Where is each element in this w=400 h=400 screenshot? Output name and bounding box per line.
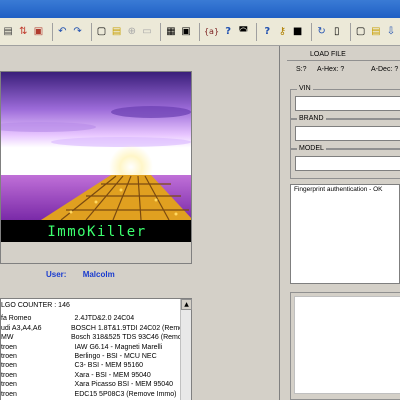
toolbar-separator bbox=[160, 22, 161, 41]
list-item-model: Bosch 318&525 TDS 93C46 (Remove bbox=[71, 334, 181, 342]
binoculars-icon[interactable]: ⊕ bbox=[126, 24, 138, 40]
right-panel: LOAD FILE S:? A-Hex: ? A-Dec: ? VIN BRAN… bbox=[281, 46, 400, 400]
model-label: MODEL bbox=[297, 145, 326, 152]
list-item-model: 2.4JTD&2.0 24C04 bbox=[74, 315, 135, 323]
banner-text: ImmoKiller bbox=[47, 224, 146, 240]
list-item[interactable]: troen C3- BSI - MEM 95160 bbox=[1, 361, 181, 370]
paste-icon[interactable]: ▤ bbox=[370, 24, 382, 40]
list-item-model: Xara Picasso BSI - MEM 95040 bbox=[74, 381, 173, 389]
open-icon[interactable]: ▢ bbox=[95, 24, 107, 40]
model-input[interactable] bbox=[295, 156, 400, 171]
folder-icon[interactable]: ▣ bbox=[32, 24, 44, 40]
brand-input[interactable] bbox=[295, 126, 400, 141]
list-item-make: troen bbox=[1, 343, 17, 351]
copy-icon[interactable]: ▢ bbox=[355, 24, 367, 40]
help2-icon[interactable]: ? bbox=[261, 24, 273, 40]
list-item-model: BOSCH 1.8T&1.9TDI 24C02 (Remov bbox=[71, 324, 181, 332]
list-item-make: fa Romeo bbox=[1, 315, 32, 323]
toolbar-separator bbox=[90, 22, 92, 41]
save-icon[interactable]: ▤ bbox=[111, 24, 123, 40]
vin-label: VIN bbox=[297, 85, 313, 92]
list-item[interactable]: troen Xara Picasso BSI - MEM 95040 bbox=[1, 380, 181, 389]
list-item-model: IAW G6.14 - Magneti Marelli bbox=[74, 343, 163, 351]
print-icon[interactable]: ▭ bbox=[141, 24, 153, 40]
toolbar-separator bbox=[199, 22, 200, 41]
list-item-model: C3- BSI - MEM 95160 bbox=[74, 362, 144, 370]
car-icon[interactable]: ◚ bbox=[237, 24, 249, 40]
reset-icon[interactable]: ▯ bbox=[331, 24, 343, 40]
s-label: S:? bbox=[296, 66, 307, 73]
banner-image: ImmoKiller bbox=[0, 71, 192, 264]
main-panel: ImmoKiller User: Malcolm LGO COUNTER : 1… bbox=[0, 46, 280, 400]
brand-label: BRAND bbox=[297, 115, 326, 122]
list-item[interactable]: MW Bosch 318&525 TDS 93C46 (Remove bbox=[1, 333, 181, 342]
list-item-make: troen bbox=[1, 353, 17, 361]
user-info: User: Malcolm bbox=[46, 270, 129, 279]
secondary-output-group bbox=[290, 292, 400, 400]
list-item[interactable]: troen Berlingo - BSI - MCU NEC bbox=[1, 352, 181, 361]
list-item-model: EDC15 5P08C3 (Remove Immo) bbox=[74, 390, 177, 398]
calculator-icon[interactable]: ▦ bbox=[165, 24, 177, 40]
algo-counter: LGO COUNTER : 146 bbox=[1, 302, 70, 309]
toolbar-separator bbox=[310, 22, 312, 41]
toolbar: ▤ ⇅ ▣ ↶ ↷ ▢ ▤ ⊕ ▭ ▦ ▣ {a} ? ◚ ? ⚷ ■ ↻ ▯ … bbox=[0, 18, 400, 46]
pages-icon[interactable]: ▤ bbox=[2, 24, 14, 40]
list-item[interactable]: fa Romeo 2.4JTD&2.0 24C04 bbox=[1, 314, 181, 323]
list-item-make: troen bbox=[1, 362, 17, 370]
list-item[interactable]: troen Xara - BSI - MEM 95040 bbox=[1, 371, 181, 380]
model-group: MODEL bbox=[290, 145, 400, 179]
secondary-output[interactable] bbox=[294, 296, 400, 394]
list-item-make: troen bbox=[1, 371, 17, 379]
braces-icon[interactable]: {a} bbox=[204, 24, 219, 40]
help-icon[interactable]: ? bbox=[222, 24, 234, 40]
list-item-make: MW bbox=[1, 334, 14, 342]
adec-label: A-Dec: ? bbox=[371, 66, 399, 73]
log-output[interactable]: Fingerprint authentication - OK bbox=[290, 184, 400, 284]
refresh-icon[interactable]: ↻ bbox=[315, 24, 327, 40]
download-icon[interactable]: ⇩ bbox=[385, 24, 397, 40]
toolbar-separator bbox=[256, 22, 258, 41]
list-item[interactable]: troen IAW G6.14 - Magneti Marelli bbox=[1, 343, 181, 352]
list-item[interactable]: troen EDC15 5P08C3 (Remove Immo) bbox=[1, 390, 181, 399]
list-header: LGO COUNTER : 146 bbox=[1, 301, 181, 310]
undo-icon[interactable]: ↶ bbox=[56, 24, 68, 40]
user-name: Malcolm bbox=[82, 270, 115, 279]
module-icon[interactable]: ■ bbox=[292, 24, 304, 40]
list-item-model: Berlingo - BSI - MCU NEC bbox=[74, 353, 157, 361]
toolbar-separator bbox=[349, 22, 351, 41]
title-bar bbox=[0, 0, 400, 18]
key-icon[interactable]: ⚷ bbox=[276, 24, 288, 40]
load-file-button[interactable]: LOAD FILE bbox=[287, 48, 400, 61]
scroll-up-icon[interactable]: ▲ bbox=[181, 299, 192, 310]
list-item-model: Xara - BSI - MEM 95040 bbox=[74, 371, 151, 379]
list-item-make: troen bbox=[1, 390, 17, 398]
list-item-make: udi A3,A4,A6 bbox=[1, 324, 42, 332]
vin-input[interactable] bbox=[295, 96, 400, 111]
algo-list[interactable]: LGO COUNTER : 146 fa Romeo 2.4JTD&2.0 24C… bbox=[0, 298, 192, 400]
user-label: User: bbox=[46, 270, 67, 279]
chip-icon[interactable]: ▣ bbox=[180, 24, 192, 40]
list-item[interactable]: udi A3,A4,A6 BOSCH 1.8T&1.9TDI 24C02 (Rem… bbox=[1, 324, 181, 333]
vertical-scrollbar[interactable]: ▲ bbox=[180, 299, 192, 400]
list-content: LGO COUNTER : 146 fa Romeo 2.4JTD&2.0 24C… bbox=[1, 301, 181, 400]
redo-icon[interactable]: ↷ bbox=[71, 24, 83, 40]
circuit-sunset-image: ImmoKiller bbox=[1, 72, 191, 263]
list-item-make: troen bbox=[1, 381, 17, 389]
toolbar-separator bbox=[51, 22, 53, 41]
log-text: Fingerprint authentication - OK bbox=[294, 186, 383, 193]
ahex-label: A-Hex: ? bbox=[317, 66, 345, 73]
sort-icon[interactable]: ⇅ bbox=[17, 24, 29, 40]
